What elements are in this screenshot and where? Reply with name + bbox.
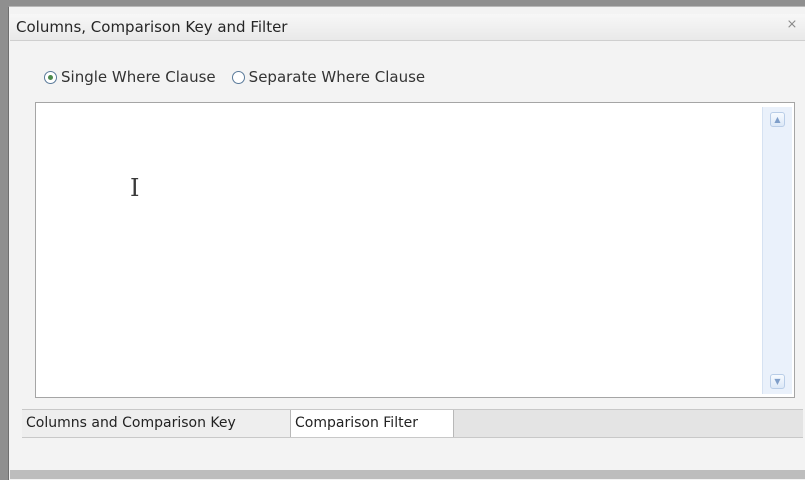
tab-comparison-filter[interactable]: Comparison Filter (291, 410, 454, 437)
separate-where-clause-option[interactable]: Separate Where Clause (231, 68, 426, 86)
text-cursor-icon: I (130, 174, 140, 202)
radio-selected-icon[interactable] (44, 70, 57, 84)
where-clause-editor[interactable] (35, 102, 795, 398)
panel-tabs: Columns and Comparison Key Comparison Fi… (22, 409, 803, 438)
single-where-clause-label: Single Where Clause (61, 68, 216, 86)
vertical-scrollbar[interactable]: ▲ ▼ (762, 107, 792, 394)
scroll-up-icon[interactable]: ▲ (770, 112, 785, 127)
close-icon[interactable]: ⨯ (785, 18, 799, 32)
radio-unselected-icon[interactable] (231, 70, 245, 84)
where-clause-options: Single Where Clause Separate Where Claus… (44, 66, 441, 88)
panel-title: Columns, Comparison Key and Filter (16, 18, 288, 36)
tab-columns-and-comparison-key[interactable]: Columns and Comparison Key (22, 410, 291, 437)
single-where-clause-option[interactable]: Single Where Clause (44, 68, 216, 86)
panel-bottom-edge (10, 470, 805, 479)
scroll-down-icon[interactable]: ▼ (770, 374, 785, 389)
separate-where-clause-label: Separate Where Clause (248, 68, 426, 86)
panel-title-bar: Columns, Comparison Key and Filter ⨯ (10, 14, 805, 41)
